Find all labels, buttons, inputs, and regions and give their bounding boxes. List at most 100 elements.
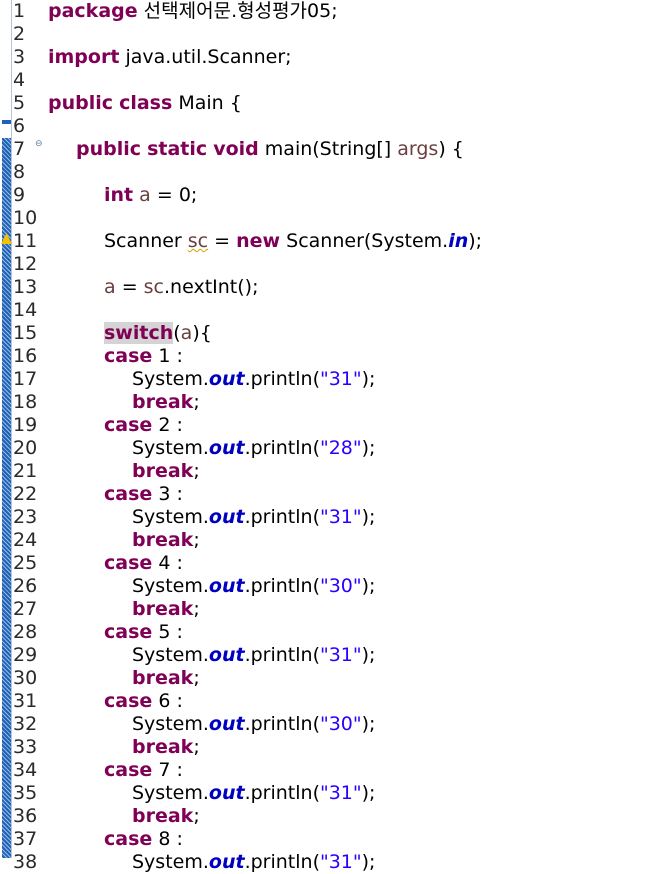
code-line[interactable]: 24 break; [0,529,653,552]
code-token: "31" [319,851,362,873]
code-token: 1 : [152,345,183,367]
line-number: 6 [13,115,26,137]
code-token: out [208,782,245,804]
code-token: ( [173,322,181,344]
code-token: case [104,345,153,367]
code-line[interactable]: 11 Scanner sc = new Scanner(System.in); [0,230,653,253]
code-line[interactable]: 19 case 2 : [0,414,653,437]
code-line[interactable]: 21 break; [0,460,653,483]
code-line[interactable]: 15 switch(a){ [0,322,653,345]
code-text: System.out.println("30"); [132,713,375,736]
code-text: switch(a){ [104,322,212,345]
code-line[interactable]: 9 int a = 0; [0,184,653,207]
line-number: 35 [13,782,38,804]
line-number: 33 [13,736,38,758]
line-number: 29 [13,644,38,666]
code-token: out [208,506,245,528]
code-token: ); [468,230,483,252]
line-number: 31 [13,690,38,712]
code-line[interactable]: 2 [0,23,653,46]
code-text: case 8 : [104,828,183,851]
code-token: System. [132,713,209,735]
code-line[interactable]: 38 System.out.println("31"); [0,851,653,874]
code-text: case 4 : [104,552,183,575]
code-token: case [104,483,153,505]
code-token: .nextInt(); [164,276,259,298]
code-token: ; [193,460,200,482]
code-line[interactable]: 27 break; [0,598,653,621]
code-line[interactable]: 5 public class Main { [0,92,653,115]
code-token: "30" [319,713,362,735]
code-token: public [76,138,142,160]
code-line[interactable]: 26 System.out.println("30"); [0,575,653,598]
code-token: ); [361,368,376,390]
code-token: break [132,598,194,620]
code-line[interactable]: 12 [0,253,653,276]
code-line[interactable]: 10 [0,207,653,230]
line-number: 20 [13,437,38,459]
line-number: 23 [13,506,38,528]
code-line[interactable]: 28 case 5 : [0,621,653,644]
line-number: 28 [13,621,38,643]
code-line[interactable]: 35 System.out.println("31"); [0,782,653,805]
code-line[interactable]: 4 [0,69,653,92]
line-number: 10 [13,207,38,229]
line-number: 21 [13,460,38,482]
line-number: 14 [13,299,38,321]
code-token: void [213,138,259,160]
code-token: = 0; [150,184,198,206]
collapse-minus-icon[interactable]: ⊖ [35,140,43,149]
code-token: break [132,667,194,689]
code-line[interactable]: 20 System.out.println("28"); [0,437,653,460]
line-number: 34 [13,759,38,781]
code-line[interactable]: 31 case 6 : [0,690,653,713]
code-line[interactable]: 18 break; [0,391,653,414]
line-number: 27 [13,598,38,620]
code-line[interactable]: 17 System.out.println("31"); [0,368,653,391]
code-token: ) { [438,138,464,160]
code-token: .println( [244,437,320,459]
code-token: ); [361,782,376,804]
line-number: 25 [13,552,38,574]
code-line[interactable]: 32 System.out.println("30"); [0,713,653,736]
code-text: Scanner sc = new Scanner(System.in); [104,230,482,253]
code-line[interactable]: 33 break; [0,736,653,759]
code-line[interactable]: 30 break; [0,667,653,690]
code-token: package [48,0,138,22]
code-text: import java.util.Scanner; [48,46,292,69]
code-line[interactable]: 25 case 4 : [0,552,653,575]
code-token: ); [361,851,376,873]
code-token: "31" [319,506,362,528]
code-text: public class Main { [48,92,242,115]
code-line[interactable]: 7 ⊖ public static void main(String[] args)… [0,138,653,161]
code-line[interactable]: 36 break; [0,805,653,828]
code-text: System.out.println("28"); [132,437,375,460]
code-line[interactable]: 16 case 1 : [0,345,653,368]
code-line[interactable]: 13 a = sc.nextInt(); [0,276,653,299]
code-line[interactable]: 3 import java.util.Scanner; [0,46,653,69]
code-editor[interactable]: 1 package 선택제어문.형성평가05; 2 3 import java.util… [0,0,653,874]
code-token: break [132,460,194,482]
code-token: break [132,391,194,413]
code-token: out [208,851,245,873]
code-token: ; [193,391,200,413]
code-token: out [208,575,245,597]
code-token: 7 : [152,759,183,781]
code-line[interactable]: 23 System.out.println("31"); [0,506,653,529]
code-token: public [48,92,114,114]
code-line[interactable]: 22 case 3 : [0,483,653,506]
code-line[interactable]: 1 package 선택제어문.형성평가05; [0,0,653,23]
code-text: System.out.println("30"); [132,575,375,598]
code-line[interactable]: 29 System.out.println("31"); [0,644,653,667]
code-line[interactable]: 34 case 7 : [0,759,653,782]
code-text: break; [132,598,200,621]
code-token: case [104,621,153,643]
code-text: int a = 0; [104,184,197,207]
line-number: 37 [13,828,38,850]
code-line[interactable]: 6 [0,115,653,138]
code-line[interactable]: 14 [0,299,653,322]
line-number: 5 [13,92,26,114]
code-line[interactable]: 8 [0,161,653,184]
code-line[interactable]: 37 case 8 : [0,828,653,851]
code-token: class [119,92,173,114]
